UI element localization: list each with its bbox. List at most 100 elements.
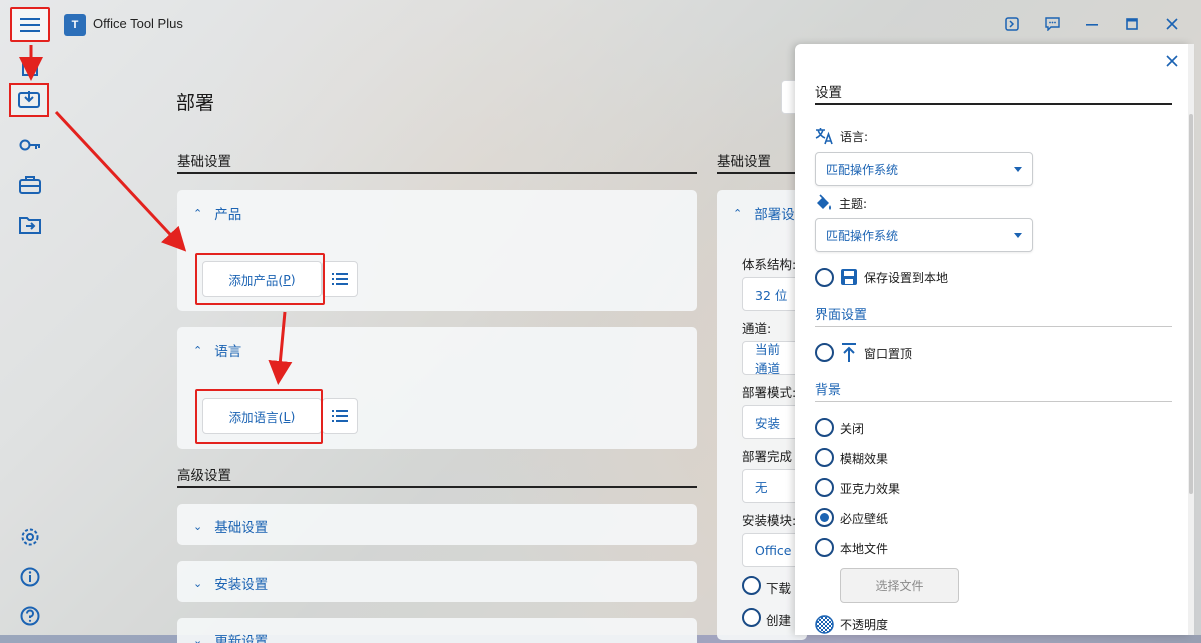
settings-scrollbar[interactable] <box>1188 44 1194 635</box>
ui-settings-heading: 界面设置 <box>815 308 868 323</box>
bg-off-radio[interactable] <box>815 418 834 437</box>
background-heading: 背景 <box>815 383 842 398</box>
close-icon <box>1166 55 1178 67</box>
install-module-select[interactable]: Office <box>742 533 802 567</box>
home-icon <box>22 57 38 76</box>
right-basic-settings-divider <box>717 172 807 174</box>
sidebar-item-convert[interactable] <box>14 209 46 241</box>
add-product-key: P <box>283 271 291 287</box>
ui-settings-divider <box>815 326 1172 327</box>
deploy-settings-label: 部署设 <box>754 207 795 223</box>
minimize-icon <box>1086 24 1098 26</box>
product-list-button[interactable] <box>322 261 358 297</box>
bg-off-label: 关闭 <box>840 422 865 436</box>
chevron-up-icon: ⌃ <box>193 206 203 220</box>
sidebar-item-settings[interactable] <box>14 521 46 553</box>
save-local-label: 保存设置到本地 <box>840 268 948 286</box>
save-icon <box>841 269 857 285</box>
adv-basic-card[interactable]: ⌄ 基础设置 <box>177 504 697 545</box>
languages-label: 语言 <box>214 344 242 360</box>
sidebar-item-deploy[interactable] <box>9 83 49 117</box>
download-label: 下载 <box>766 581 792 596</box>
theme-select-value: 匹配操作系统 <box>826 228 899 243</box>
languages-header[interactable]: ⌃ 语言 <box>193 340 242 361</box>
scrollbar-thumb[interactable] <box>1189 114 1193 494</box>
hamburger-menu-button[interactable] <box>10 7 50 42</box>
advanced-settings-heading: 高级设置 <box>177 468 231 484</box>
theme-select[interactable]: 匹配操作系统 <box>815 218 1033 252</box>
download-radio[interactable] <box>742 576 761 595</box>
sidebar-item-about[interactable] <box>14 561 46 593</box>
adv-basic-header: ⌄ 基础设置 <box>193 516 269 537</box>
adv-basic-label: 基础设置 <box>214 520 269 536</box>
menu-icon <box>20 17 40 32</box>
adv-install-card[interactable]: ⌄ 安装设置 <box>177 561 697 602</box>
sidebar-item-toolbox[interactable] <box>14 169 46 201</box>
maximize-button[interactable] <box>1120 12 1144 36</box>
add-language-key: L <box>283 408 291 424</box>
bg-blur-label: 模糊效果 <box>840 452 889 466</box>
theme-setting-label: 主题: <box>815 194 867 212</box>
chevron-down-icon: ⌄ <box>193 633 203 643</box>
bg-acrylic-label: 亚克力效果 <box>840 482 901 496</box>
choose-file-button[interactable]: 选择文件 <box>840 568 959 603</box>
add-product-button[interactable]: 添加产品(P) <box>202 261 322 297</box>
basic-settings-divider <box>177 172 697 174</box>
create-radio[interactable] <box>742 608 761 627</box>
install-module-label: 安装模块: <box>742 513 797 528</box>
page-title: 部署 <box>176 92 215 114</box>
add-language-button[interactable]: 添加语言(L) <box>202 398 322 434</box>
architecture-select[interactable]: 32 位 <box>742 277 802 311</box>
feedback-button[interactable] <box>1040 12 1064 36</box>
bg-blur-radio[interactable] <box>815 448 834 467</box>
sidebar-item-help[interactable] <box>14 600 46 632</box>
bg-bing-label: 必应壁纸 <box>840 512 889 526</box>
activation-key-icon <box>19 139 40 151</box>
advanced-settings-divider <box>177 486 697 488</box>
topmost-label: 窗口置顶 <box>840 343 912 363</box>
sidebar-item-activation[interactable] <box>14 129 46 161</box>
basic-settings-heading: 基础设置 <box>177 154 231 170</box>
sidebar-item-home[interactable] <box>14 51 46 83</box>
bg-bing-radio[interactable] <box>815 508 834 527</box>
about-icon <box>20 567 40 587</box>
panel-close-button[interactable] <box>1166 54 1182 70</box>
deploy-settings-header[interactable]: ⌃ 部署设 <box>733 203 795 224</box>
maximize-icon <box>1126 18 1138 30</box>
title-bar: T Office Tool Plus <box>0 0 1201 48</box>
app-logo-icon: T <box>64 14 86 36</box>
add-language-pre: 添加语言( <box>228 409 284 425</box>
console-button[interactable] <box>1000 12 1024 36</box>
chevron-down-icon: ⌄ <box>193 519 203 533</box>
add-product-pre: 添加产品( <box>228 272 284 288</box>
pin-top-icon <box>842 343 856 362</box>
minimize-button[interactable] <box>1080 12 1104 36</box>
language-list-button[interactable] <box>322 398 358 434</box>
opacity-icon <box>815 615 834 634</box>
deploy-mode-select[interactable]: 安装 <box>742 405 802 439</box>
chevron-down-icon <box>1014 166 1022 172</box>
architecture-label: 体系结构: <box>742 257 797 272</box>
save-local-radio[interactable] <box>815 268 834 287</box>
products-header[interactable]: ⌃ 产品 <box>193 203 242 224</box>
language-select[interactable]: 匹配操作系统 <box>815 152 1033 186</box>
adv-update-header: ⌄ 更新设置 <box>193 630 268 643</box>
bg-acrylic-radio[interactable] <box>815 478 834 497</box>
adv-update-card[interactable]: ⌄ 更新设置 <box>177 618 697 643</box>
settings-title-divider <box>815 103 1172 105</box>
channel-label: 通道: <box>742 321 772 336</box>
topmost-radio[interactable] <box>815 343 834 362</box>
channel-select[interactable]: 当前通道 <box>742 341 802 375</box>
close-button[interactable] <box>1160 12 1184 36</box>
theme-setting-text: 主题: <box>839 196 868 211</box>
bg-local-radio[interactable] <box>815 538 834 557</box>
window-title: Office Tool Plus <box>93 16 183 31</box>
opacity-text: 不透明度 <box>840 618 889 632</box>
deploy-finish-label: 部署完成 <box>742 449 793 464</box>
bg-local-label: 本地文件 <box>840 542 889 556</box>
chevron-down-icon: ⌄ <box>193 576 203 590</box>
create-label: 创建 <box>766 613 792 628</box>
products-label: 产品 <box>214 207 242 223</box>
deploy-finish-select[interactable]: 无 <box>742 469 802 503</box>
translate-icon <box>815 128 833 145</box>
